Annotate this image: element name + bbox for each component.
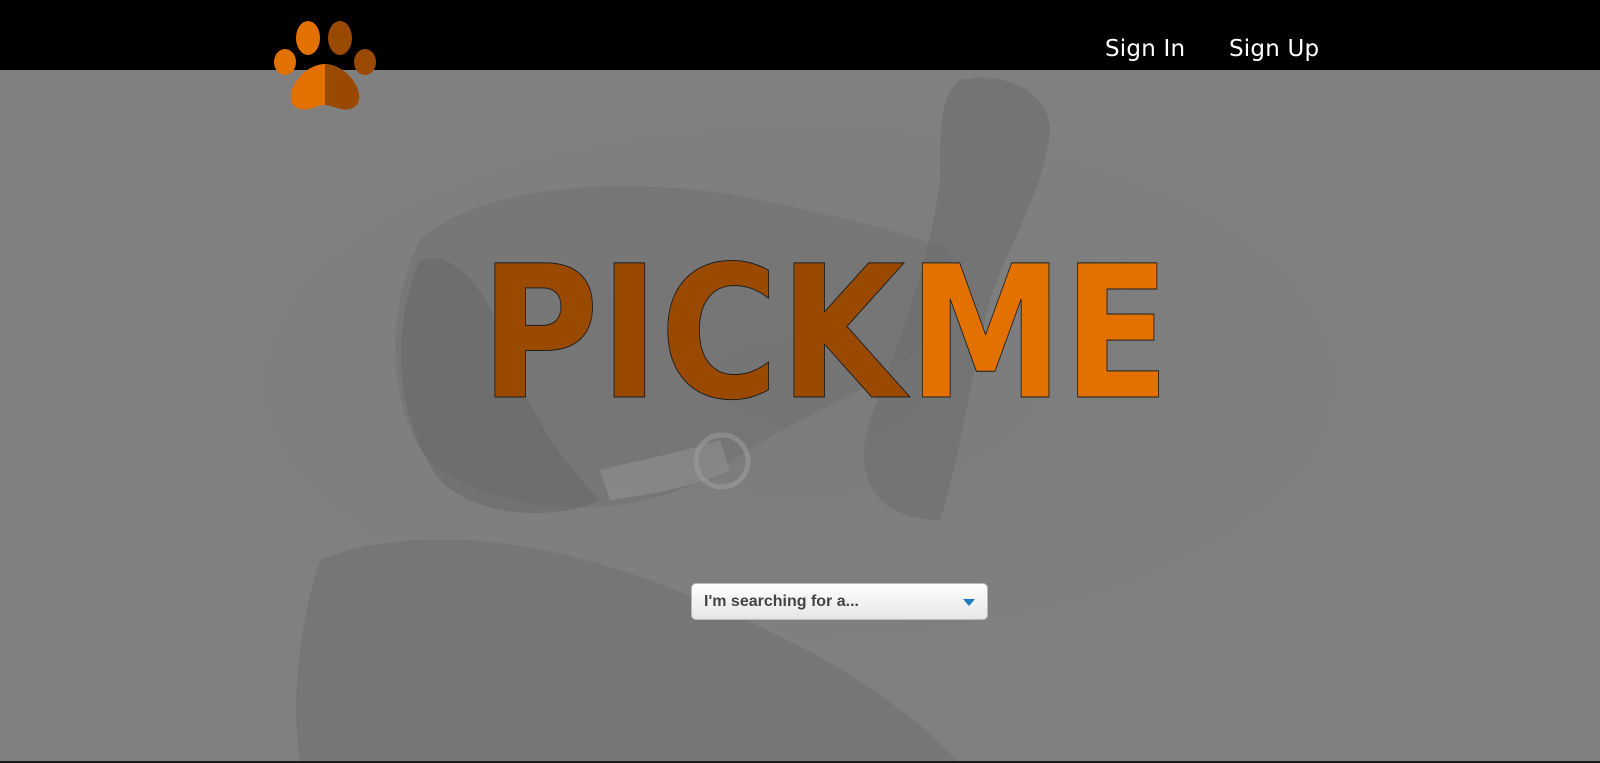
- hero-title: PICK ME: [480, 227, 1200, 442]
- landing-page: Sign In Sign Up PICK ME I'm searching fo…: [0, 0, 1600, 763]
- sign-up-link[interactable]: Sign Up: [1229, 36, 1319, 62]
- top-navbar: Sign In Sign Up: [0, 0, 1600, 70]
- sign-in-link[interactable]: Sign In: [1105, 36, 1185, 62]
- caret-down-icon: [963, 599, 975, 606]
- search-type-select[interactable]: I'm searching for a...: [691, 583, 988, 620]
- title-pick: PICK: [480, 245, 911, 415]
- title-me: ME: [908, 245, 1170, 415]
- paw-print-icon[interactable]: [273, 18, 377, 112]
- select-value: I'm searching for a...: [704, 593, 859, 610]
